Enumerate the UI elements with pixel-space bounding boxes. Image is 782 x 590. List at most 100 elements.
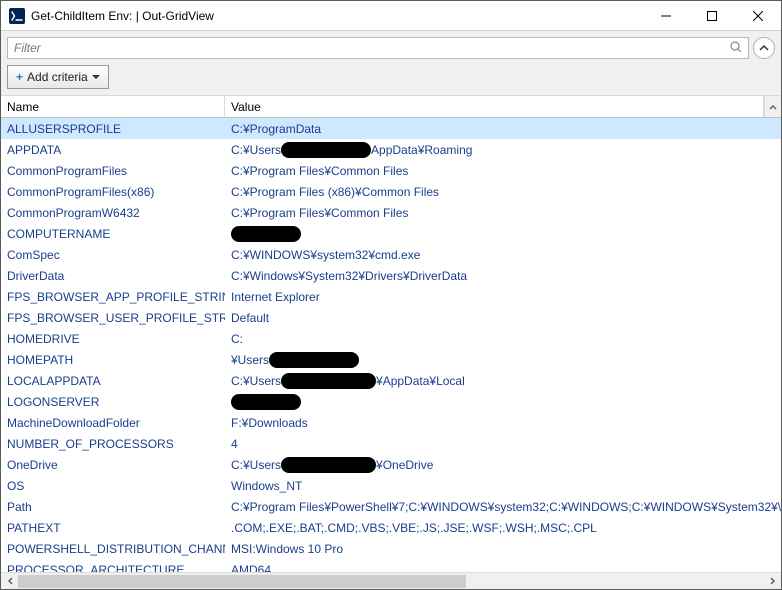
value-text: C:¥Program Files¥PowerShell¥7;C:¥WINDOWS…	[231, 500, 781, 514]
cell-value	[225, 394, 781, 410]
cell-value: C:¥ProgramData	[225, 122, 781, 136]
column-header-value[interactable]: Value	[225, 96, 764, 117]
cell-value: C:¥Users ¥OneDrive	[225, 457, 781, 473]
grid-body[interactable]: ALLUSERSPROFILEC:¥ProgramDataAPPDATAC:¥U…	[1, 118, 781, 572]
horizontal-scrollbar[interactable]	[1, 572, 781, 589]
value-text: C:¥Users	[231, 143, 281, 157]
cell-name: FPS_BROWSER_APP_PROFILE_STRING	[1, 290, 225, 304]
cell-value: Windows_NT	[225, 479, 781, 493]
table-row[interactable]: ComSpecC:¥WINDOWS¥system32¥cmd.exe	[1, 244, 781, 265]
table-row[interactable]: Path C:¥Program Files¥PowerShell¥7;C:¥WIN…	[1, 496, 781, 517]
hscroll-right-button[interactable]	[764, 573, 781, 590]
cell-name: COMPUTERNAME	[1, 227, 225, 241]
chevron-up-icon	[769, 103, 777, 111]
cell-name: MachineDownloadFolder	[1, 416, 225, 430]
redacted-segment	[281, 373, 376, 389]
table-row[interactable]: POWERSHELL_DISTRIBUTION_CHANNELMSI:Windo…	[1, 538, 781, 559]
value-text: ¥OneDrive	[376, 458, 433, 472]
redacted-segment	[269, 352, 359, 368]
cell-name: NUMBER_OF_PROCESSORS	[1, 437, 225, 451]
cell-value: Internet Explorer	[225, 290, 781, 304]
cell-name: PATHEXT	[1, 521, 225, 535]
value-text: 4	[231, 437, 238, 451]
cell-value: AMD64	[225, 563, 781, 573]
table-row[interactable]: HOMEPATH¥Users	[1, 349, 781, 370]
cell-value: Default	[225, 311, 781, 325]
close-icon	[753, 11, 763, 21]
add-criteria-button[interactable]: + Add criteria	[7, 65, 109, 89]
window: Get-ChildItem Env: | Out-GridView +	[0, 0, 782, 590]
hscroll-left-button[interactable]	[1, 573, 18, 590]
cell-name: OneDrive	[1, 458, 225, 472]
table-row[interactable]: LOGONSERVER	[1, 391, 781, 412]
value-text: F:¥Downloads	[231, 416, 308, 430]
window-title: Get-ChildItem Env: | Out-GridView	[31, 9, 643, 23]
cell-name: CommonProgramFiles	[1, 164, 225, 178]
value-text: C:¥Windows¥System32¥Drivers¥DriverData	[231, 269, 467, 283]
table-row[interactable]: FPS_BROWSER_USER_PROFILE_STRINGDefault	[1, 307, 781, 328]
value-text: .COM;.EXE;.BAT;.CMD;.VBS;.VBE;.JS;.JSE;.…	[231, 521, 597, 535]
cell-value: C:¥Program Files¥PowerShell¥7;C:¥WINDOWS…	[225, 500, 781, 514]
hscroll-thumb[interactable]	[18, 575, 466, 588]
cell-name: ALLUSERSPROFILE	[1, 122, 225, 136]
vscroll-up-button[interactable]	[764, 96, 781, 117]
table-row[interactable]: CommonProgramFiles(x86)C:¥Program Files …	[1, 181, 781, 202]
grid-header: Name Value	[1, 96, 781, 118]
filter-input[interactable]	[7, 37, 749, 59]
maximize-button[interactable]	[689, 1, 735, 31]
cell-name: HOMEDRIVE	[1, 332, 225, 346]
app-icon	[9, 8, 25, 24]
column-header-name[interactable]: Name	[1, 96, 225, 117]
chevron-left-icon	[6, 577, 14, 585]
cell-value: F:¥Downloads	[225, 416, 781, 430]
table-row[interactable]: DriverDataC:¥Windows¥System32¥Drivers¥Dr…	[1, 265, 781, 286]
redacted-segment	[231, 226, 301, 242]
table-row[interactable]: PROCESSOR_ARCHITECTUREAMD64	[1, 559, 781, 572]
value-text: AMD64	[231, 563, 271, 573]
value-text: C:¥Users	[231, 458, 281, 472]
chevron-down-icon	[92, 73, 100, 81]
value-text: Internet Explorer	[231, 290, 320, 304]
cell-name: CommonProgramFiles(x86)	[1, 185, 225, 199]
collapse-filter-button[interactable]	[753, 37, 775, 59]
cell-name: Path	[1, 500, 225, 514]
add-criteria-label: Add criteria	[27, 70, 88, 84]
cell-value: MSI:Windows 10 Pro	[225, 542, 781, 556]
cell-value: C:¥Program Files¥Common Files	[225, 164, 781, 178]
value-text: C:¥WINDOWS¥system32¥cmd.exe	[231, 248, 420, 262]
value-text: C:¥Program Files¥Common Files	[231, 206, 408, 220]
hscroll-track[interactable]	[18, 573, 764, 590]
table-row[interactable]: COMPUTERNAME	[1, 223, 781, 244]
value-text: ¥AppData¥Local	[376, 374, 465, 388]
table-row[interactable]: LOCALAPPDATAC:¥Users¥AppData¥Local	[1, 370, 781, 391]
cell-value: C:¥Program Files (x86)¥Common Files	[225, 185, 781, 199]
close-button[interactable]	[735, 1, 781, 31]
maximize-icon	[707, 11, 717, 21]
table-row[interactable]: CommonProgramW6432C:¥Program Files¥Commo…	[1, 202, 781, 223]
cell-value: 4	[225, 437, 781, 451]
cell-value: ¥Users	[225, 352, 781, 368]
value-text: AppData¥Roaming	[371, 143, 472, 157]
minimize-button[interactable]	[643, 1, 689, 31]
table-row[interactable]: FPS_BROWSER_APP_PROFILE_STRING Internet E…	[1, 286, 781, 307]
table-row[interactable]: CommonProgramFilesC:¥Program Files¥Commo…	[1, 160, 781, 181]
redacted-segment	[281, 142, 371, 158]
table-row[interactable]: MachineDownloadFolder F:¥Downloads	[1, 412, 781, 433]
cell-value: C:¥Users AppData¥Roaming	[225, 142, 781, 158]
chevron-up-icon	[759, 43, 769, 53]
value-text: C:¥ProgramData	[231, 122, 321, 136]
table-row[interactable]: ALLUSERSPROFILE C:¥ProgramData	[1, 118, 781, 139]
cell-name: LOGONSERVER	[1, 395, 225, 409]
table-row[interactable]: OneDrive C:¥Users ¥OneDrive	[1, 454, 781, 475]
cell-value: C:	[225, 332, 781, 346]
cell-name: APPDATA	[1, 143, 225, 157]
cell-value: C:¥Program Files¥Common Files	[225, 206, 781, 220]
redacted-segment	[281, 457, 376, 473]
table-row[interactable]: NUMBER_OF_PROCESSORS 4	[1, 433, 781, 454]
table-row[interactable]: PATHEXT .COM;.EXE;.BAT;.CMD;.VBS;.VBE;.JS…	[1, 517, 781, 538]
cell-name: HOMEPATH	[1, 353, 225, 367]
value-text: Default	[231, 311, 269, 325]
table-row[interactable]: OSWindows_NT	[1, 475, 781, 496]
table-row[interactable]: APPDATA C:¥Users AppData¥Roaming	[1, 139, 781, 160]
table-row[interactable]: HOMEDRIVEC:	[1, 328, 781, 349]
